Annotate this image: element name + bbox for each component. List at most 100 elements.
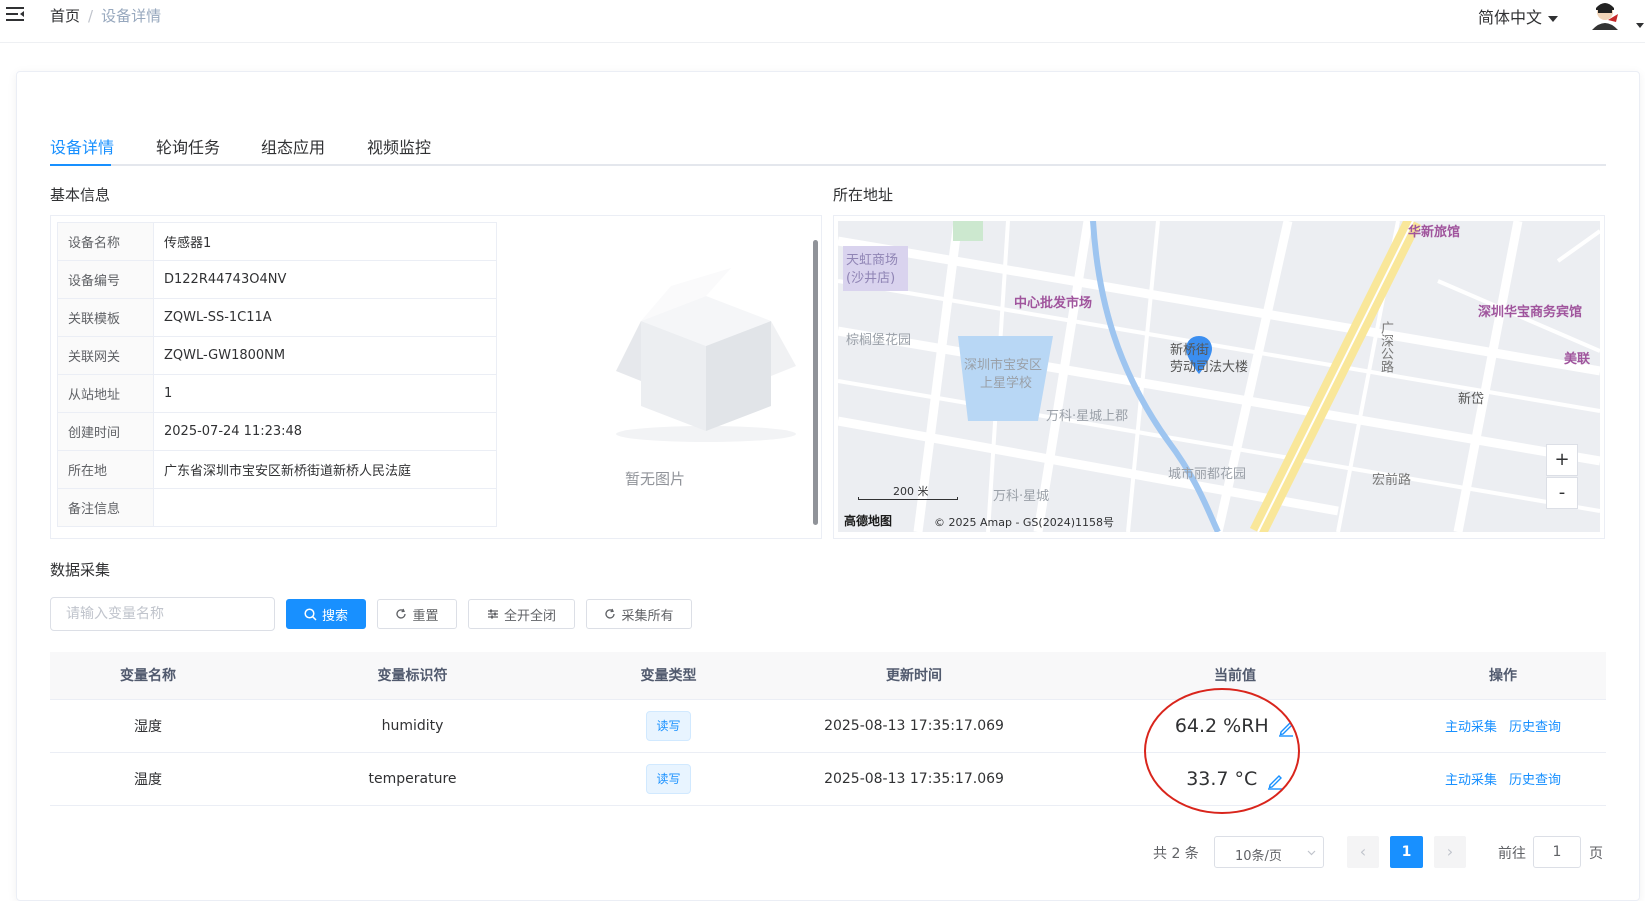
active-collect-link[interactable]: 主动采集 (1445, 773, 1497, 788)
column-header: 变量名称 (50, 652, 246, 700)
menu-toggle-icon[interactable] (6, 6, 24, 22)
info-row: 关联网关 ZQWL-GW1800NM (57, 336, 497, 375)
user-avatar[interactable] (1588, 0, 1622, 30)
info-value: 2025-07-24 11:23:48 (153, 412, 497, 451)
breadcrumb-home[interactable]: 首页 (50, 7, 80, 25)
tab-scada-app[interactable]: 组态应用 (261, 134, 325, 158)
map-label: 美联 (1564, 352, 1591, 367)
map-label: 深圳华宝商务宾馆 (1478, 305, 1583, 320)
variable-type-cell: 读写 (579, 752, 758, 806)
goto-page-input[interactable] (1533, 836, 1581, 868)
language-label: 简体中文 (1478, 8, 1543, 27)
column-header: 操作 (1400, 652, 1606, 700)
info-scroll-thumb[interactable] (813, 240, 818, 525)
map-label: 劳动司法大楼 (1170, 360, 1249, 375)
info-value (153, 488, 497, 527)
collect-all-button-label: 采集所有 (621, 608, 674, 624)
update-time: 2025-08-13 17:35:17.069 (758, 752, 1070, 806)
pagination-total: 共 2 条 (1153, 846, 1199, 862)
active-collect-link[interactable]: 主动采集 (1445, 720, 1497, 735)
variable-identifier: temperature (246, 752, 579, 806)
variable-identifier: humidity (246, 699, 579, 753)
history-query-link[interactable]: 历史查询 (1509, 720, 1561, 735)
goto-label: 前往 (1498, 846, 1526, 862)
info-row: 关联模板 ZQWL-SS-1C11A (57, 298, 497, 337)
table-header-row: 变量名称 变量标识符 变量类型 更新时间 当前值 操作 (50, 652, 1606, 700)
tab-polling-task[interactable]: 轮询任务 (156, 134, 220, 158)
info-row: 所在地 广东省深圳市宝安区新桥街道新桥人民法庭 (57, 450, 497, 489)
map-view[interactable]: 中心批发市场 棕榈堡花园 深圳市宝安区 上星学校 万科·星城上郡 新桥街 劳动司… (838, 221, 1600, 532)
actions-cell: 主动采集 历史查询 (1400, 752, 1606, 806)
info-value: D122R44743O4NV (153, 260, 497, 299)
toggle-all-button[interactable]: 全开全闭 (468, 599, 575, 629)
variable-type-cell: 读写 (579, 699, 758, 753)
info-key: 创建时间 (57, 412, 154, 451)
info-key: 关联模板 (57, 298, 154, 337)
column-header: 更新时间 (758, 652, 1070, 700)
breadcrumb-current: 设备详情 (101, 7, 162, 25)
variable-search-input[interactable] (50, 597, 275, 631)
language-selector[interactable]: 简体中文 (1478, 4, 1559, 28)
data-collect-title: 数据采集 (50, 561, 111, 579)
info-key: 备注信息 (57, 488, 154, 527)
breadcrumb-separator: / (88, 7, 94, 25)
page-number-button[interactable]: 1 (1390, 836, 1423, 868)
info-row: 备注信息 (57, 488, 497, 527)
column-header: 变量类型 (579, 652, 758, 700)
map-label: 新岱 (1458, 392, 1485, 407)
info-key: 设备编号 (57, 260, 154, 299)
history-query-link[interactable]: 历史查询 (1509, 773, 1561, 788)
basic-info-table: 设备名称 传感器1 设备编号 D122R44743O4NV 关联模板 ZQWL-SS-… (57, 222, 497, 527)
info-key: 所在地 (57, 450, 154, 489)
avatar-caret-icon[interactable] (1636, 23, 1644, 28)
info-value: ZQWL-GW1800NM (153, 336, 497, 375)
info-value: 1 (153, 374, 497, 413)
info-value: ZQWL-SS-1C11A (153, 298, 497, 337)
map-zoom-in-button[interactable]: + (1546, 444, 1578, 476)
map-label: 上星学校 (980, 376, 1033, 391)
reset-button[interactable]: 重置 (377, 599, 457, 629)
table-row: 温度 temperature 读写 2025-08-13 17:35:17.06… (50, 752, 1606, 806)
no-image-text: 暂无图片 (625, 470, 686, 488)
tab-video-monitor[interactable]: 视频监控 (367, 134, 431, 158)
map-brand-logo: 高德地图 (844, 514, 893, 528)
variable-type-tag: 读写 (646, 763, 691, 794)
map-label: 棕榈堡花园 (846, 333, 912, 348)
caret-down-icon (1548, 15, 1559, 22)
toggle-all-button-label: 全开全闭 (503, 608, 556, 624)
search-icon (304, 607, 317, 621)
map-label: 华新旅馆 (1408, 225, 1461, 240)
table-row: 湿度 humidity 读写 2025-08-13 17:35:17.069 6… (50, 699, 1606, 753)
info-row: 设备名称 传感器1 (57, 222, 497, 261)
info-row: 设备编号 D122R44743O4NV (57, 260, 497, 299)
info-row: 从站地址 1 (57, 374, 497, 413)
breadcrumb: 首页 / 设备详情 (50, 5, 161, 26)
map-label: 天虹商场 (846, 253, 899, 268)
page-size-select[interactable]: 10条/页 (1214, 836, 1324, 868)
variable-table: 变量名称 变量标识符 变量类型 更新时间 当前值 操作 湿度 humidity … (50, 652, 1606, 806)
map-label: 宏前路 (1372, 473, 1412, 488)
info-key: 从站地址 (57, 374, 154, 413)
search-button[interactable]: 搜索 (286, 599, 366, 629)
prev-page-button[interactable]: ‹ (1347, 836, 1379, 868)
empty-box-icon (616, 268, 796, 442)
variable-type-tag: 读写 (646, 710, 691, 741)
basic-info-title: 基本信息 (50, 186, 111, 204)
update-time: 2025-08-13 17:35:17.069 (758, 699, 1070, 753)
tab-bar: 设备详情 轮询任务 组态应用 视频监控 (50, 130, 1606, 166)
collect-all-button[interactable]: 采集所有 (586, 599, 692, 629)
tab-active-indicator (50, 164, 111, 166)
map-label: 中心批发市场 (1014, 296, 1093, 311)
highlight-circle-annotation (1144, 688, 1300, 814)
info-value: 广东省深圳市宝安区新桥街道新桥人民法庭 (153, 450, 497, 489)
tab-device-detail[interactable]: 设备详情 (50, 134, 114, 158)
info-key: 关联网关 (57, 336, 154, 375)
next-page-button[interactable]: › (1434, 836, 1466, 868)
map-copyright: © 2025 Amap - GS(2024)1158号 (934, 516, 1114, 529)
variable-name: 湿度 (50, 699, 246, 753)
info-key: 设备名称 (57, 222, 154, 261)
map-scale-bar (858, 497, 958, 500)
page-size-value: 10条/页 (1235, 849, 1282, 864)
info-value: 传感器1 (153, 222, 497, 261)
map-zoom-out-button[interactable]: - (1546, 477, 1578, 509)
